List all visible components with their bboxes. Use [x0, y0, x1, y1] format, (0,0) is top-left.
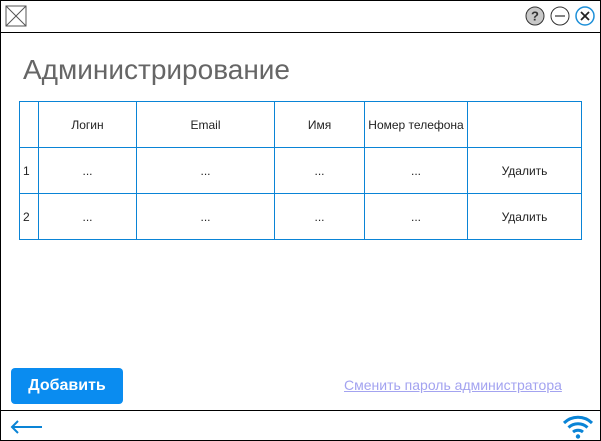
- help-icon[interactable]: ?: [525, 6, 545, 26]
- users-table: Логин Email Имя Номер телефона 1 ... ...…: [19, 101, 582, 240]
- row-number: 2: [19, 193, 39, 240]
- cell-name: ...: [274, 147, 365, 194]
- column-header-action: [467, 101, 582, 148]
- cell-login: ...: [38, 147, 137, 194]
- table-row: 1 ... ... ... ... Удалить: [19, 147, 582, 194]
- wifi-icon: [562, 415, 594, 439]
- page-title: Администрирование: [23, 54, 290, 85]
- add-user-button[interactable]: Добавить: [11, 368, 123, 404]
- title-bar: ?: [1, 1, 600, 33]
- column-header-number: [19, 101, 39, 148]
- minimize-icon[interactable]: [550, 6, 570, 26]
- column-header-phone: Номер телефона: [364, 101, 468, 148]
- delete-user-button[interactable]: Удалить: [467, 147, 582, 194]
- cell-email: ...: [136, 193, 275, 240]
- image-placeholder-icon: [5, 5, 27, 27]
- cell-login: ...: [38, 193, 137, 240]
- close-icon[interactable]: [575, 6, 595, 26]
- cell-email: ...: [136, 147, 275, 194]
- column-header-email: Email: [136, 101, 275, 148]
- table-header-row: Логин Email Имя Номер телефона: [19, 101, 582, 148]
- column-header-login: Логин: [38, 101, 137, 148]
- delete-user-button[interactable]: Удалить: [467, 193, 582, 240]
- app-window: ? Администрирование Логин Email Имя Номе…: [0, 0, 601, 441]
- column-header-name: Имя: [274, 101, 365, 148]
- cell-phone: ...: [364, 147, 468, 194]
- svg-text:?: ?: [531, 9, 539, 24]
- footer-bar: [1, 410, 600, 441]
- back-arrow-icon[interactable]: [10, 420, 44, 434]
- change-admin-password-link[interactable]: Сменить пароль администратора: [344, 377, 562, 393]
- cell-phone: ...: [364, 193, 468, 240]
- table-row: 2 ... ... ... ... Удалить: [19, 193, 582, 240]
- cell-name: ...: [274, 193, 365, 240]
- row-number: 1: [19, 147, 39, 194]
